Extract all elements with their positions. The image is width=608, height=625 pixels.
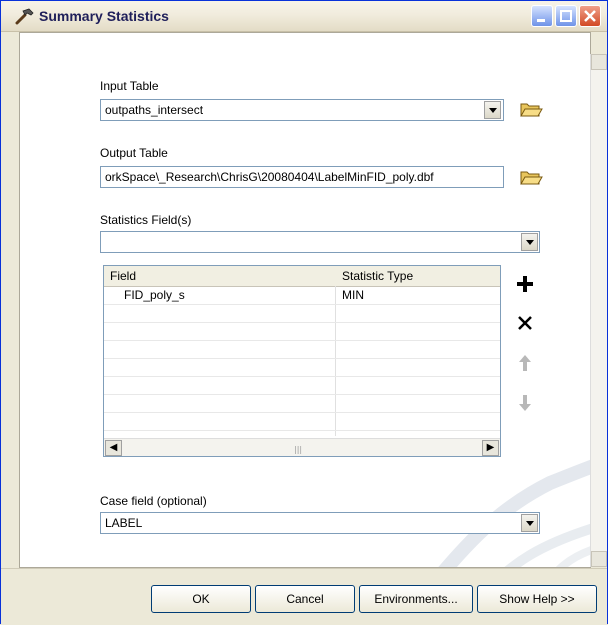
cell-statistic[interactable]: MIN: [342, 288, 364, 302]
delete-icon: [518, 316, 532, 330]
statistics-table[interactable]: Field Statistic Type FID_poly_s MIN ◀ ||…: [103, 265, 501, 457]
close-icon: [584, 10, 596, 22]
delete-field-button[interactable]: [513, 311, 537, 335]
table-row[interactable]: FID_poly_s MIN: [104, 286, 500, 305]
dialog-window: Summary Statistics Input Table outpaths_…: [0, 0, 608, 625]
input-table-dropdown-button[interactable]: [484, 101, 501, 119]
statistics-fields-dropdown-button[interactable]: [521, 233, 538, 251]
move-up-icon: [519, 355, 531, 371]
scroll-down-button[interactable]: [591, 551, 607, 567]
case-field-label: Case field (optional): [100, 494, 207, 508]
minimize-icon: [537, 19, 545, 22]
table-row[interactable]: [104, 358, 500, 377]
table-row[interactable]: [104, 304, 500, 323]
case-field-dropdown[interactable]: LABEL: [100, 512, 540, 534]
input-table-field[interactable]: outpaths_intersect: [100, 99, 504, 121]
ok-button[interactable]: OK: [151, 585, 251, 613]
maximize-button[interactable]: [555, 5, 577, 27]
folder-open-icon[interactable]: [519, 98, 543, 120]
add-icon: [517, 276, 533, 292]
scroll-up-button[interactable]: [591, 54, 607, 70]
output-table-label: Output Table: [100, 146, 168, 160]
scroll-grip-icon: |||: [294, 445, 303, 454]
move-down-icon: [519, 395, 531, 411]
move-up-button[interactable]: [513, 351, 537, 375]
statistics-fields-label: Statistics Field(s): [100, 213, 192, 227]
window-title: Summary Statistics: [39, 8, 169, 24]
scroll-left-button[interactable]: ◀: [105, 440, 122, 456]
map-watermark-image: [438, 459, 590, 567]
cancel-button[interactable]: Cancel: [255, 585, 355, 613]
input-table-label: Input Table: [100, 79, 159, 93]
cell-field[interactable]: FID_poly_s: [124, 288, 185, 302]
show-help-button[interactable]: Show Help >>: [477, 585, 597, 613]
table-row[interactable]: [104, 394, 500, 413]
hammer-icon: [15, 8, 34, 25]
environments-button[interactable]: Environments...: [359, 585, 473, 613]
vertical-scrollbar[interactable]: [590, 54, 607, 567]
table-row[interactable]: [104, 412, 500, 431]
scroll-right-button[interactable]: ▶: [482, 440, 499, 456]
folder-open-icon[interactable]: [519, 166, 543, 188]
column-header-field[interactable]: Field: [110, 269, 136, 283]
minimize-button[interactable]: [531, 5, 553, 27]
maximize-icon: [560, 10, 572, 22]
close-button[interactable]: [579, 5, 601, 27]
table-row[interactable]: [104, 340, 500, 359]
table-row[interactable]: [104, 322, 500, 341]
output-table-field[interactable]: orkSpace\_Research\ChrisG\20080404\Label…: [100, 166, 504, 188]
add-field-button[interactable]: [513, 272, 537, 296]
case-field-dropdown-button[interactable]: [521, 514, 538, 532]
title-bar[interactable]: Summary Statistics: [1, 1, 607, 32]
column-header-statistic-type[interactable]: Statistic Type: [342, 269, 413, 283]
move-down-button[interactable]: [513, 391, 537, 415]
table-row[interactable]: [104, 376, 500, 395]
statistics-fields-dropdown[interactable]: [100, 231, 540, 253]
table-header: Field Statistic Type: [104, 266, 500, 287]
horizontal-scrollbar[interactable]: ◀ ||| ▶: [104, 438, 500, 456]
